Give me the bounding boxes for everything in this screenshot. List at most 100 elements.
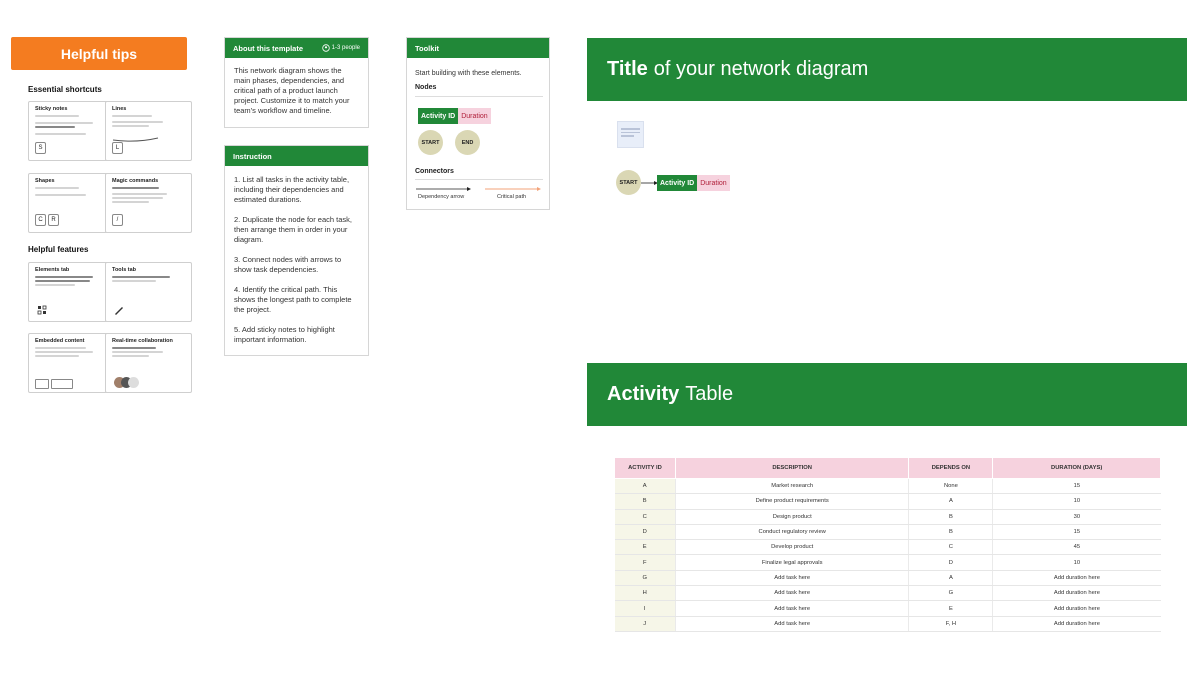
- feature-card-elements-tab[interactable]: Elements tab: [28, 262, 115, 322]
- activity-table-title-rest: Table: [685, 383, 734, 405]
- table-cell[interactable]: 15: [992, 478, 1161, 495]
- table-cell[interactable]: F: [614, 554, 676, 571]
- toolkit-title: Toolkit: [415, 43, 440, 53]
- table-cell[interactable]: Add task here: [674, 600, 909, 617]
- table-cell[interactable]: B: [908, 509, 993, 525]
- table-cell[interactable]: H: [614, 585, 676, 602]
- shortcut-key: C: [35, 214, 46, 226]
- table-cell[interactable]: I: [614, 600, 676, 617]
- table-cell[interactable]: None: [908, 478, 993, 495]
- table-cell[interactable]: G: [614, 570, 676, 587]
- table-cell[interactable]: 30: [992, 509, 1161, 525]
- diagram-title-bold: Title: [607, 58, 648, 80]
- shortcut-card-lines[interactable]: Lines L: [105, 101, 192, 161]
- table-header-row: ACTIVITY ID DESCRIPTION DEPENDS ON DURAT…: [614, 457, 1161, 479]
- about-header: About this template 1-3 people: [225, 38, 368, 58]
- duration-label: Duration: [697, 175, 730, 191]
- table-cell[interactable]: Conduct regulatory review: [674, 524, 909, 541]
- table-cell[interactable]: G: [908, 585, 993, 602]
- table-cell[interactable]: Add duration here: [992, 616, 1161, 632]
- instruction-title: Instruction: [233, 151, 272, 161]
- table-row[interactable]: F Finalize legal approvals D 10: [614, 554, 1161, 571]
- shortcut-card-magic-commands[interactable]: Magic commands /: [105, 173, 192, 233]
- helpful-tips-button[interactable]: Helpful tips: [11, 37, 187, 70]
- instruction-step: 1. List all tasks in the activity table,…: [234, 175, 350, 204]
- table-cell[interactable]: Add duration here: [992, 600, 1161, 617]
- table-row[interactable]: I Add task here E Add duration here: [614, 600, 1161, 617]
- helpful-features-heading: Helpful features: [28, 245, 89, 254]
- table-row[interactable]: G Add task here A Add duration here: [614, 570, 1161, 587]
- table-cell[interactable]: Add task here: [674, 570, 909, 587]
- table-cell[interactable]: 10: [992, 554, 1161, 571]
- table-cell[interactable]: Finalize legal approvals: [674, 554, 909, 571]
- table-cell[interactable]: 15: [992, 524, 1161, 541]
- end-node-sample[interactable]: END: [455, 130, 480, 155]
- table-cell[interactable]: Define product requirements: [674, 493, 909, 510]
- shortcut-card-shapes[interactable]: Shapes C R: [28, 173, 115, 233]
- embed-icon: [35, 379, 49, 389]
- table-cell[interactable]: 45: [992, 539, 1161, 556]
- connectors-heading: Connectors: [415, 168, 454, 175]
- pen-icon: [115, 307, 123, 315]
- table-cell[interactable]: Add duration here: [992, 570, 1161, 587]
- table-cell[interactable]: B: [908, 524, 993, 541]
- divider: [415, 96, 543, 97]
- table-cell[interactable]: B: [614, 493, 676, 510]
- sticky-note[interactable]: [617, 121, 644, 148]
- elements-icon: [37, 305, 47, 315]
- table-cell[interactable]: A: [614, 478, 676, 495]
- diagram-start-node[interactable]: START: [616, 170, 641, 195]
- activity-table-banner: Activity Table: [587, 363, 1187, 426]
- duration-label: Duration: [458, 108, 491, 124]
- activity-id-label: Activity ID: [657, 175, 698, 191]
- card-title: Sticky notes: [35, 106, 68, 112]
- connector-samples: [416, 187, 541, 191]
- feature-card-embedded-content[interactable]: Embedded content: [28, 333, 115, 393]
- table-row[interactable]: C Design product B 30: [614, 509, 1161, 525]
- table-cell[interactable]: E: [908, 600, 993, 617]
- table-cell[interactable]: 10: [992, 493, 1161, 510]
- nodes-heading: Nodes: [415, 84, 437, 91]
- card-title: Elements tab: [35, 267, 70, 273]
- table-cell[interactable]: C: [908, 539, 993, 556]
- table-cell[interactable]: C: [614, 509, 676, 525]
- activity-node-sample[interactable]: Activity ID Duration: [418, 108, 491, 124]
- table-row[interactable]: E Develop product C 45: [614, 539, 1161, 556]
- table-cell[interactable]: Add task here: [674, 585, 909, 602]
- table-cell[interactable]: E: [614, 539, 676, 556]
- diagram-activity-node[interactable]: Activity ID Duration: [657, 175, 730, 191]
- about-template-panel: About this template 1-3 people This netw…: [224, 37, 369, 128]
- shortcut-card-sticky-notes[interactable]: Sticky notes S: [28, 101, 115, 161]
- table-cell[interactable]: Add task here: [674, 616, 909, 632]
- table-cell[interactable]: Develop product: [674, 539, 909, 556]
- feature-card-tools-tab[interactable]: Tools tab: [105, 262, 192, 322]
- table-cell[interactable]: D: [614, 524, 676, 541]
- table-cell[interactable]: A: [908, 570, 993, 587]
- feature-card-real-time-collaboration[interactable]: Real-time collaboration: [105, 333, 192, 393]
- start-node-sample[interactable]: START: [418, 130, 443, 155]
- table-cell[interactable]: Design product: [674, 509, 909, 525]
- table-cell[interactable]: J: [614, 616, 676, 632]
- instruction-panel: Instruction 1. List all tasks in the act…: [224, 145, 369, 356]
- table-cell[interactable]: Market research: [674, 478, 909, 495]
- card-title: Real-time collaboration: [112, 338, 173, 344]
- essential-shortcuts-heading: Essential shortcuts: [28, 85, 102, 94]
- card-title: Lines: [112, 106, 127, 112]
- table-row[interactable]: B Define product requirements A 10: [614, 493, 1161, 510]
- instruction-step: 5. Add sticky notes to highlight importa…: [234, 325, 335, 344]
- column-header: ACTIVITY ID: [614, 457, 676, 479]
- end-label: END: [461, 139, 474, 146]
- table-cell[interactable]: F, H: [908, 616, 993, 632]
- card-title: Magic commands: [112, 178, 159, 184]
- table-row[interactable]: A Market research None 15: [614, 478, 1161, 495]
- table-cell[interactable]: D: [908, 554, 993, 571]
- instruction-step: 3. Connect nodes with arrows to show tas…: [234, 255, 342, 274]
- table-row[interactable]: J Add task here F, H Add duration here: [614, 616, 1161, 632]
- table-row[interactable]: H Add task here G Add duration here: [614, 585, 1161, 602]
- shortcut-key: L: [112, 142, 123, 154]
- table-cell[interactable]: Add duration here: [992, 585, 1161, 602]
- toolkit-panel: Toolkit Start building with these elemen…: [406, 37, 550, 210]
- table-row[interactable]: D Conduct regulatory review B 15: [614, 524, 1161, 541]
- instruction-header: Instruction: [225, 146, 368, 166]
- table-cell[interactable]: A: [908, 493, 993, 510]
